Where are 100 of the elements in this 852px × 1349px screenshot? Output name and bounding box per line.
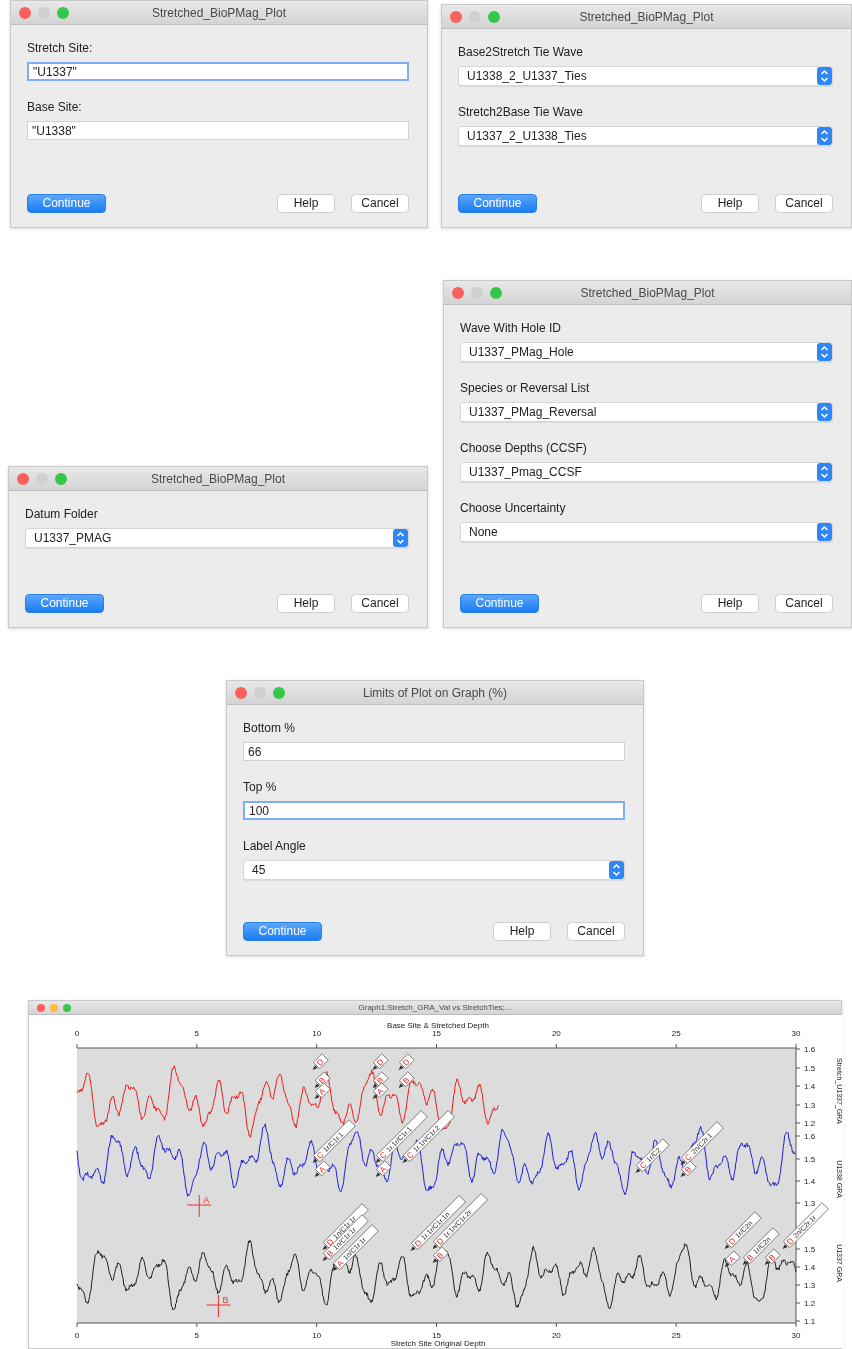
close-button[interactable] <box>235 686 247 699</box>
zoom-button[interactable] <box>273 686 285 699</box>
tick-label: 5 <box>194 1029 200 1038</box>
zoom-button[interactable] <box>55 472 67 485</box>
tick-label: 1.2 <box>804 1119 816 1128</box>
dialog-button[interactable]: Cancel <box>567 922 625 941</box>
dialog-button[interactable]: Help <box>277 594 335 613</box>
stepper-icon <box>817 463 832 481</box>
tie-label: D <box>372 1053 389 1071</box>
tick-label: 1.1 <box>804 1317 816 1326</box>
dialog-button[interactable]: Cancel <box>775 594 833 613</box>
close-button[interactable] <box>450 10 462 23</box>
close-button[interactable] <box>452 286 464 299</box>
stepper-icon <box>393 529 408 547</box>
close-button[interactable] <box>17 472 29 485</box>
input-field[interactable]: "U1337" <box>27 62 409 81</box>
tick-label: 1.4 <box>804 1082 816 1091</box>
field-label: Choose Uncertainty <box>460 500 567 517</box>
window-title: Stretched_BioPMag_Plot <box>579 8 714 26</box>
window-title: Graph1:Stretch_GRA_Val vs StretchTies;... <box>358 1001 512 1014</box>
zoom-button[interactable] <box>488 10 500 23</box>
tick-label: 1.3 <box>804 1281 816 1290</box>
tick-label: 1.6 <box>804 1045 816 1054</box>
tie-label: B <box>398 1071 415 1089</box>
tick-label: 20 <box>551 1029 561 1038</box>
tick-label: 25 <box>671 1331 681 1340</box>
dialog-button[interactable]: Help <box>277 194 335 213</box>
tie-label: A <box>314 1160 331 1178</box>
field-label: Wave With Hole ID <box>460 320 562 337</box>
tie-label: B <box>680 1160 697 1178</box>
tie-label: A <box>724 1250 741 1268</box>
dialog-button[interactable]: Cancel <box>775 194 833 213</box>
close-button[interactable] <box>37 1003 45 1012</box>
field-label: Choose Depths (CCSF) <box>460 440 588 457</box>
field-label: Label Angle <box>243 838 307 855</box>
tick-label: 30 <box>791 1029 801 1038</box>
close-button[interactable] <box>19 6 31 19</box>
field-label: Base2Stretch Tie Wave <box>458 44 584 61</box>
tick-label: 30 <box>791 1331 801 1340</box>
field-label: Stretch Site: <box>27 40 94 57</box>
stepper-icon <box>609 861 624 879</box>
field-label: Species or Reversal List <box>460 380 591 397</box>
axis-title: Stretch Site Original Depth <box>390 1339 486 1348</box>
zoom-button[interactable] <box>63 1003 71 1012</box>
tick-label: 0 <box>74 1029 80 1038</box>
tick-label: 1.2 <box>804 1299 816 1308</box>
tick-label: 20 <box>551 1331 561 1340</box>
tick-label: 10 <box>312 1029 322 1038</box>
field-label: Base Site: <box>27 99 83 116</box>
dialog-button[interactable]: Help <box>701 194 759 213</box>
stepper-icon <box>817 523 832 541</box>
axis-title: Base Site & Stretched Depth <box>387 1021 489 1030</box>
zoom-button[interactable] <box>57 6 69 19</box>
tick-label: 1.5 <box>804 1064 816 1073</box>
tick-label: 1.6 <box>804 1132 816 1141</box>
right-axis-ticks <box>795 1135 801 1204</box>
tick-label: 10 <box>312 1331 322 1340</box>
dropdown[interactable]: U1338_2_U1337_Ties <box>458 66 833 86</box>
dropdown[interactable]: None <box>460 522 833 542</box>
tick-label: 1.3 <box>804 1199 816 1208</box>
tick-label: 25 <box>671 1029 681 1038</box>
field-label: Bottom % <box>243 720 297 737</box>
tick-label: 15 <box>432 1029 441 1038</box>
tie-label: A <box>375 1160 392 1178</box>
input-field[interactable]: "U1338" <box>27 121 409 140</box>
tick-label: 1.4 <box>804 1263 816 1272</box>
field-label: Top % <box>243 779 278 796</box>
tick-label: 1.5 <box>804 1155 816 1164</box>
dialog-button[interactable]: Help <box>493 922 551 941</box>
dropdown[interactable]: U1337_PMAG <box>25 528 409 548</box>
tick-label: 15 <box>432 1331 441 1340</box>
dropdown[interactable]: 45 <box>243 860 625 880</box>
window-title: Limits of Plot on Graph (%) <box>362 684 508 702</box>
dropdown[interactable]: U1337_PMag_Hole <box>460 342 833 362</box>
field-label: Stretch2Base Tie Wave <box>458 104 584 121</box>
stepper-icon <box>817 343 832 361</box>
input-field[interactable]: 66 <box>243 742 625 761</box>
tie-label: B <box>432 1246 449 1264</box>
input-field[interactable]: 100 <box>243 801 625 820</box>
dialog-button[interactable]: Cancel <box>351 194 409 213</box>
tie-label: B <box>764 1248 781 1266</box>
dropdown[interactable]: U1337_PMag_Reversal <box>460 402 833 422</box>
window-title: Stretched_BioPMag_Plot <box>151 4 287 22</box>
dropdown[interactable]: U1337_2_U1338_Ties <box>458 126 833 146</box>
tie-label: D <box>312 1053 329 1071</box>
window-title: Stretched_BioPMag_Plot <box>150 470 286 488</box>
stepper-icon <box>817 127 832 145</box>
tick-label: 1.4 <box>804 1177 816 1186</box>
stepper-icon <box>817 67 832 85</box>
tick-label: 1.3 <box>804 1101 816 1110</box>
stepper-icon <box>817 403 832 421</box>
field-label: Datum Folder <box>25 506 99 523</box>
tick-label: 0 <box>74 1331 80 1340</box>
zoom-button[interactable] <box>490 286 502 299</box>
dialog-button[interactable]: Help <box>701 594 759 613</box>
tie-label: D <box>398 1053 415 1071</box>
dialog-button[interactable]: Cancel <box>351 594 409 613</box>
dropdown[interactable]: U1337_Pmag_CCSF <box>460 462 833 482</box>
window-title: Stretched_BioPMag_Plot <box>580 284 715 302</box>
minimize-button[interactable] <box>50 1003 58 1012</box>
